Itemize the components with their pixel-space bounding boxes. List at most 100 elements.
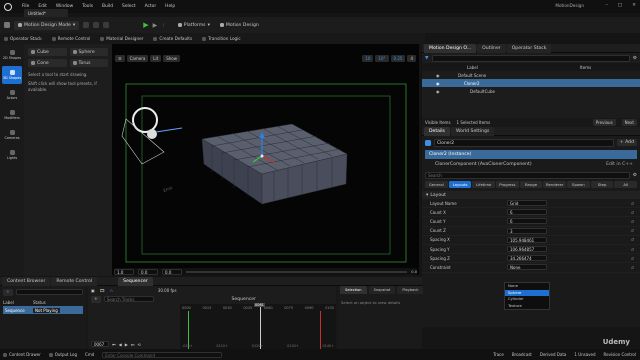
console-input[interactable]: Enter Console Command: [102, 351, 223, 358]
menu-item-help[interactable]: Help: [165, 4, 175, 9]
to-start-icon[interactable]: ⏮: [112, 342, 116, 347]
reset-icon[interactable]: ↺: [631, 265, 634, 270]
property-value[interactable]: None: [507, 264, 547, 271]
add-sequence-button[interactable]: +: [3, 288, 13, 296]
menu-item-actor[interactable]: Actor: [145, 4, 157, 9]
operator-stack-button[interactable]: Operator Stack: [4, 36, 42, 41]
menu-item-tools[interactable]: Tools: [82, 4, 93, 9]
motion-design-button[interactable]: Motion Design: [219, 23, 259, 28]
tool-3d-shapes[interactable]: 3D Shapes: [2, 66, 22, 84]
filter-icon[interactable]: ▼: [425, 56, 429, 61]
revision-control-button[interactable]: Revision Control: [604, 352, 636, 357]
torus-button[interactable]: Torus: [69, 59, 108, 67]
outliner-row[interactable]: ◉ Default Scene: [422, 71, 640, 79]
viewport[interactable]: ☰ Camera Lit Show 10 10° 0.25 4 Emit 1.0…: [112, 44, 419, 275]
category-tab-general[interactable]: General: [425, 181, 448, 188]
snap-icon[interactable]: ∩: [110, 288, 113, 293]
actor-name-field[interactable]: Cloner2: [434, 138, 614, 147]
mode-selector[interactable]: Motion Design Mode ▾: [14, 20, 80, 30]
timeline-track[interactable]: [186, 270, 408, 273]
unsaved-button[interactable]: 1 Unsaved: [574, 352, 595, 357]
dropdown-option[interactable]: Texture: [505, 303, 549, 310]
property-value[interactable]: 6: [507, 218, 547, 225]
fps-selector[interactable]: 30.00 fps: [158, 288, 177, 293]
details-tab-1[interactable]: World Settings: [450, 126, 495, 136]
category-tab-all[interactable]: All: [614, 181, 638, 188]
minimize-icon[interactable]: –: [606, 3, 608, 8]
broadcast-button[interactable]: Broadcast: [512, 352, 532, 357]
output-log-button[interactable]: Output Log: [48, 352, 77, 357]
add-component-button[interactable]: + Add: [616, 139, 637, 146]
playback-tab-2[interactable]: Playback: [397, 286, 424, 294]
property-value[interactable]: 105.948461: [507, 236, 547, 243]
property-value[interactable]: 6: [507, 209, 547, 216]
resume-icon[interactable]: ▶: [153, 22, 158, 29]
category-tab-range[interactable]: Range: [519, 181, 543, 188]
sub-field[interactable]: 0.0: [162, 268, 182, 275]
loop-icon[interactable]: ⟲: [137, 342, 140, 347]
remote-control-button[interactable]: Remote Control: [51, 36, 90, 41]
menu-item-select[interactable]: Select: [122, 4, 136, 9]
previous-button[interactable]: Previous: [592, 119, 616, 126]
material-designer-button[interactable]: Material Designer: [100, 36, 143, 41]
playback-tab-1[interactable]: Snapshot: [368, 286, 396, 294]
tool-actors[interactable]: Actors: [2, 86, 22, 104]
visibility-icon[interactable]: ◉: [422, 73, 458, 78]
cone-button[interactable]: Cone: [28, 59, 67, 67]
track-area[interactable]: 0000 0015 0030 0045 0060 0075 0090 0105 0061 -0…: [180, 303, 336, 349]
tool-2d-shapes[interactable]: 2D Shapes: [2, 46, 22, 64]
reset-icon[interactable]: ↺: [631, 256, 634, 261]
view-options-icon[interactable]: ⚙: [633, 173, 637, 178]
reset-icon[interactable]: ↺: [631, 247, 634, 252]
outliner-row[interactable]: ◉ Cloner2: [422, 79, 640, 87]
mid-field[interactable]: 0.0: [138, 268, 158, 275]
category-tab-step[interactable]: Step: [590, 181, 614, 188]
outliner-search[interactable]: [431, 54, 630, 62]
layout-section-header[interactable]: ▾ Layout: [422, 191, 640, 199]
close-icon[interactable]: ✕: [632, 3, 636, 8]
component-instance-row[interactable]: Cloner2 (Instance): [425, 150, 637, 159]
play-icon[interactable]: ▶: [143, 21, 148, 29]
property-value[interactable]: Grid: [507, 200, 547, 207]
bottom-tab-1[interactable]: Remote Control: [51, 276, 98, 286]
transition-logic-button[interactable]: Transition Logic: [202, 36, 241, 41]
next-button[interactable]: Next: [621, 119, 637, 126]
property-value[interactable]: 3: [507, 227, 547, 234]
sphere-button[interactable]: Sphere: [69, 48, 108, 56]
reset-icon[interactable]: ↺: [631, 228, 634, 233]
cube-button[interactable]: Cube: [28, 48, 67, 56]
sequence-row[interactable]: Sequence Not Playing: [3, 306, 83, 314]
reset-icon[interactable]: ↺: [631, 237, 634, 242]
property-value[interactable]: 106.964857: [507, 246, 547, 253]
blueprint-icon[interactable]: [93, 22, 100, 28]
details-search[interactable]: Search: [425, 171, 630, 179]
to-end-icon[interactable]: ⏭: [131, 342, 135, 347]
outliner-tab-2[interactable]: Operator Stack: [506, 43, 552, 53]
settings-icon[interactable]: ⚙: [633, 56, 637, 61]
platforms-button[interactable]: Platforms ▾: [177, 23, 210, 28]
category-tab-renderer[interactable]: Renderer: [543, 181, 567, 188]
save-sequence-icon[interactable]: ▣: [91, 288, 95, 293]
reset-icon[interactable]: ↺: [631, 210, 634, 215]
tool-lights[interactable]: Lights: [2, 146, 22, 164]
start-field[interactable]: 1.0: [114, 268, 134, 275]
outliner-row[interactable]: ◉ DefaultCube: [422, 87, 640, 95]
trace-button[interactable]: Trace: [493, 352, 504, 357]
maximize-icon[interactable]: □: [618, 3, 622, 8]
outliner-tab-0[interactable]: Motion Design O...: [424, 43, 477, 53]
derived-data-button[interactable]: Derived Data: [540, 352, 567, 357]
render-icon[interactable]: 🎞: [100, 288, 105, 293]
visibility-icon[interactable]: ◉: [422, 81, 464, 86]
save-icon[interactable]: [4, 22, 10, 28]
playback-tab-0[interactable]: Selection: [340, 286, 367, 294]
visibility-icon[interactable]: ◉: [422, 89, 470, 94]
reset-icon[interactable]: ↺: [631, 201, 634, 206]
reset-icon[interactable]: ↺: [631, 219, 634, 224]
details-tab-0[interactable]: Details: [424, 126, 450, 136]
search-tracks[interactable]: Search Tracks: [103, 296, 154, 302]
sequence-search[interactable]: [15, 289, 83, 295]
tool-cameras[interactable]: Cameras: [2, 126, 22, 144]
cinematics-icon[interactable]: [103, 22, 110, 28]
category-tab-progress[interactable]: Progress: [496, 181, 519, 188]
more-options-icon[interactable]: ⋮: [161, 23, 166, 28]
